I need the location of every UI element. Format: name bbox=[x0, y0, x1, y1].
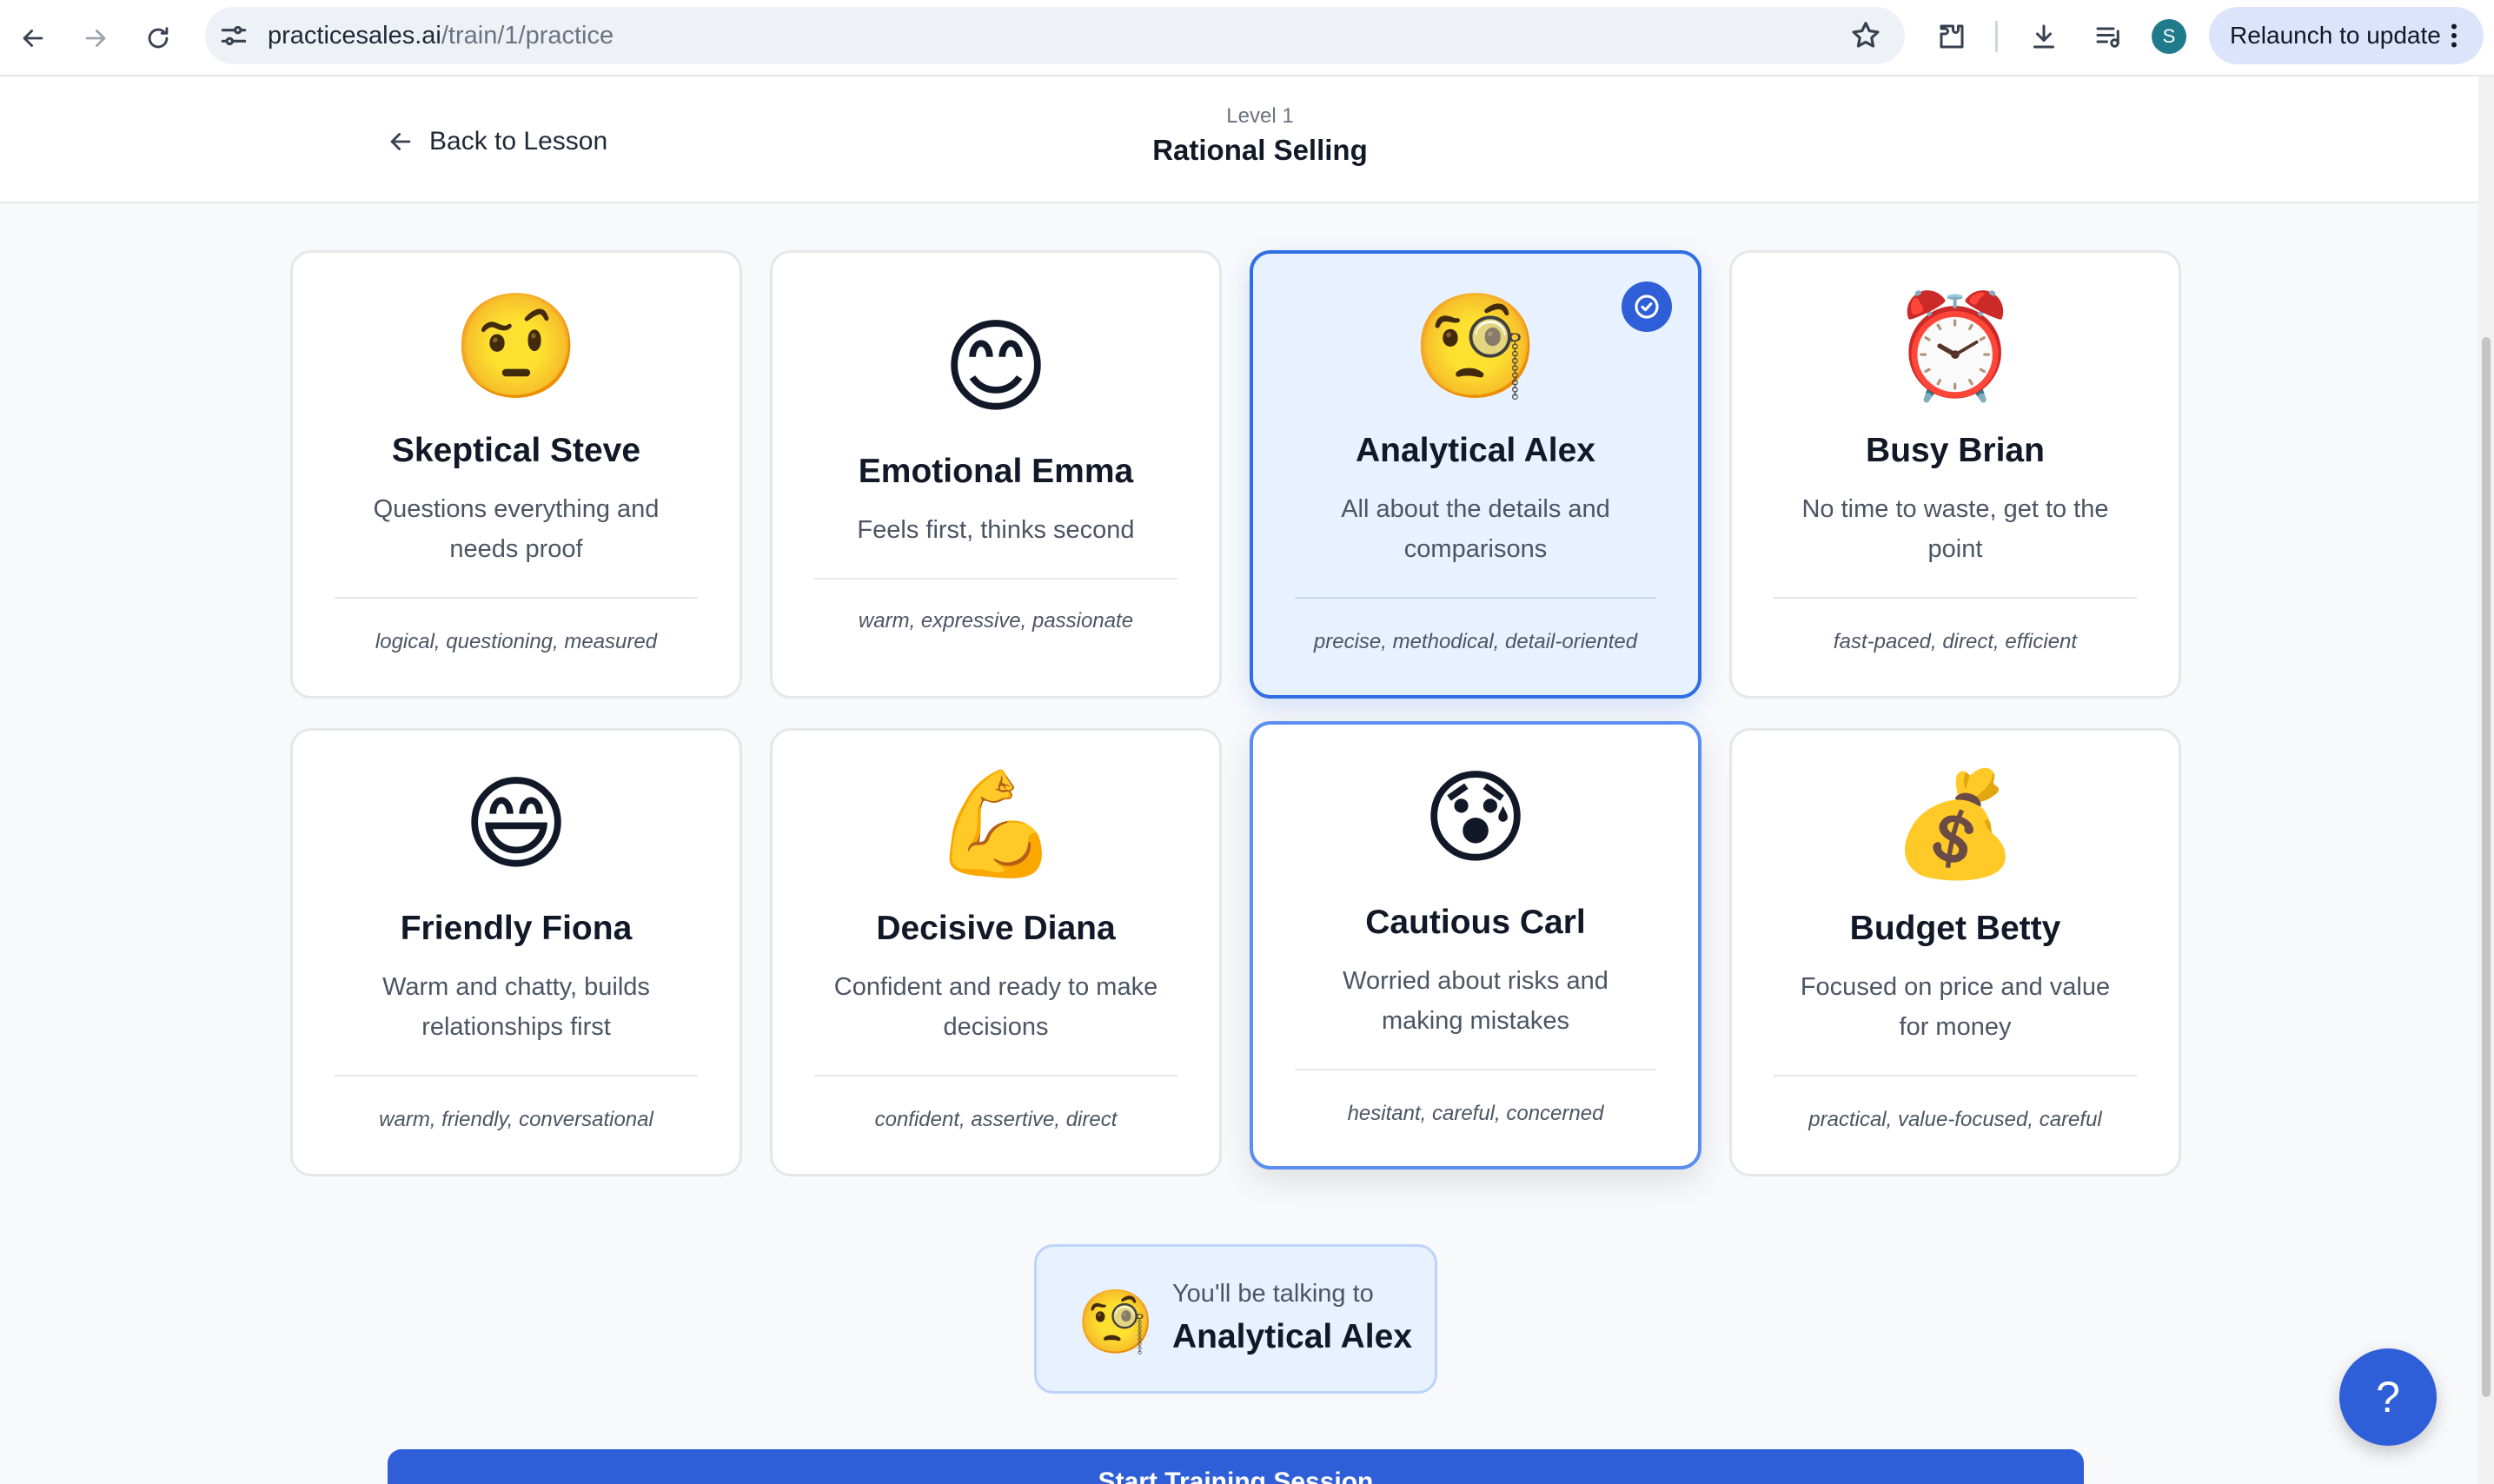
persona-description: Warm and chatty, builds relationships fi… bbox=[382, 973, 650, 1041]
persona-emoji: ⏰ bbox=[1891, 286, 2020, 406]
persona-emoji: 🧐 bbox=[1411, 286, 1540, 406]
persona-emoji: 😄 bbox=[462, 764, 570, 884]
relaunch-label: Relaunch to update bbox=[2230, 22, 2441, 49]
persona-name: Friendly Fiona bbox=[400, 910, 633, 947]
profile-avatar[interactable]: S bbox=[2152, 19, 2186, 54]
persona-card-analytical-alex[interactable]: 🧐 Analytical Alex All about the details … bbox=[1250, 250, 1701, 699]
card-divider bbox=[814, 578, 1177, 580]
extensions-icon[interactable] bbox=[1933, 17, 1971, 56]
lesson-header: Back to Lesson Level 1 Rational Selling bbox=[0, 76, 2478, 203]
toolbar-divider bbox=[1995, 21, 1998, 52]
media-controls-icon[interactable] bbox=[2089, 17, 2127, 56]
help-button[interactable]: ? bbox=[2339, 1348, 2437, 1446]
persona-emoji: 😊 bbox=[942, 307, 1050, 427]
site-settings-icon[interactable] bbox=[217, 19, 250, 52]
persona-name: Budget Betty bbox=[1849, 910, 2061, 947]
persona-traits: warm, expressive, passionate bbox=[858, 609, 1134, 633]
persona-name: Skeptical Steve bbox=[391, 432, 641, 469]
persona-emoji: 🤨 bbox=[452, 286, 580, 406]
selected-persona-name: Analytical Alex bbox=[1172, 1318, 1413, 1355]
persona-name: Cautious Carl bbox=[1365, 904, 1586, 941]
card-divider bbox=[335, 597, 698, 599]
persona-card-emotional-emma[interactable]: 😊 Emotional Emma Feels first, thinks sec… bbox=[770, 250, 1222, 699]
persona-card-budget-betty[interactable]: 💰 Budget Betty Focused on price and valu… bbox=[1729, 728, 2181, 1176]
persona-description: Confident and ready to make decisions bbox=[833, 973, 1158, 1041]
persona-card-decisive-diana[interactable]: 💪 Decisive Diana Confident and ready to … bbox=[770, 728, 1222, 1176]
start-training-button[interactable]: Start Training Session bbox=[388, 1449, 2084, 1484]
page-title: Rational Selling bbox=[1152, 134, 1368, 166]
back-to-lesson-link[interactable]: Back to Lesson bbox=[386, 122, 607, 162]
persona-card-skeptical-steve[interactable]: 🤨 Skeptical Steve Questions everything a… bbox=[290, 250, 742, 699]
back-to-lesson-label: Back to Lesson bbox=[429, 127, 608, 156]
persona-description: Focused on price and value for money bbox=[1800, 973, 2111, 1041]
back-arrow-icon[interactable] bbox=[12, 17, 54, 59]
persona-name: Busy Brian bbox=[1866, 432, 2045, 469]
persona-traits: confident, assertive, direct bbox=[874, 1108, 1118, 1131]
persona-emoji: 💪 bbox=[932, 764, 1060, 884]
card-divider bbox=[1774, 597, 2137, 599]
persona-emoji: 💰 bbox=[1891, 764, 2020, 884]
persona-description: Worried about risks and making mistakes bbox=[1343, 967, 1608, 1035]
persona-name: Analytical Alex bbox=[1355, 432, 1595, 469]
card-divider bbox=[1295, 597, 1656, 599]
arrow-left-icon bbox=[390, 133, 411, 150]
persona-emoji: 😰 bbox=[1422, 758, 1529, 878]
persona-description: All about the details and comparisons bbox=[1341, 495, 1610, 563]
browser-toolbar: practicesales.ai/train/1/practice S Rela… bbox=[0, 0, 2494, 76]
download-icon[interactable] bbox=[2025, 17, 2063, 56]
persona-traits: hesitant, careful, concerned bbox=[1347, 1102, 1604, 1125]
selected-persona-summary: 🧐 You'll be talking to Analytical Alex bbox=[1034, 1244, 1437, 1394]
reload-icon[interactable] bbox=[137, 17, 179, 59]
persona-card-cautious-carl[interactable]: 😰 Cautious Carl Worried about risks and … bbox=[1250, 721, 1701, 1169]
url-text[interactable]: practicesales.ai/train/1/practice bbox=[268, 7, 614, 64]
more-vertical-icon[interactable] bbox=[2438, 20, 2470, 51]
persona-description: No time to waste, get to the point bbox=[1801, 495, 2109, 563]
persona-traits: fast-paced, direct, efficient bbox=[1833, 630, 2078, 653]
card-divider bbox=[1295, 1069, 1656, 1070]
address-bar[interactable]: practicesales.ai/train/1/practice bbox=[205, 7, 1905, 64]
persona-description: Feels first, thinks second bbox=[857, 516, 1135, 544]
persona-traits: practical, value-focused, careful bbox=[1808, 1108, 2102, 1131]
scrollbar-thumb[interactable] bbox=[2482, 337, 2491, 1397]
persona-name: Decisive Diana bbox=[876, 910, 1116, 947]
persona-name: Emotional Emma bbox=[858, 453, 1134, 490]
persona-traits: warm, friendly, conversational bbox=[379, 1108, 653, 1131]
selected-persona-emoji: 🧐 bbox=[1077, 1285, 1155, 1358]
card-divider bbox=[1774, 1075, 2137, 1077]
level-label: Level 1 bbox=[1226, 104, 1294, 128]
card-divider bbox=[335, 1075, 698, 1077]
bookmark-star-icon[interactable] bbox=[1849, 19, 1882, 52]
persona-card-busy-brian[interactable]: ⏰ Busy Brian No time to waste, get to th… bbox=[1729, 250, 2181, 699]
persona-traits: precise, methodical, detail-oriented bbox=[1313, 630, 1638, 653]
persona-card-friendly-fiona[interactable]: 😄 Friendly Fiona Warm and chatty, builds… bbox=[290, 728, 742, 1176]
persona-description: Questions everything and needs proof bbox=[373, 495, 660, 563]
relaunch-button[interactable]: Relaunch to update bbox=[2209, 7, 2484, 64]
card-divider bbox=[814, 1075, 1177, 1077]
forward-arrow-icon[interactable] bbox=[75, 17, 116, 59]
talking-to-label: You'll be talking to bbox=[1172, 1280, 1374, 1308]
persona-traits: logical, questioning, measured bbox=[375, 630, 658, 653]
